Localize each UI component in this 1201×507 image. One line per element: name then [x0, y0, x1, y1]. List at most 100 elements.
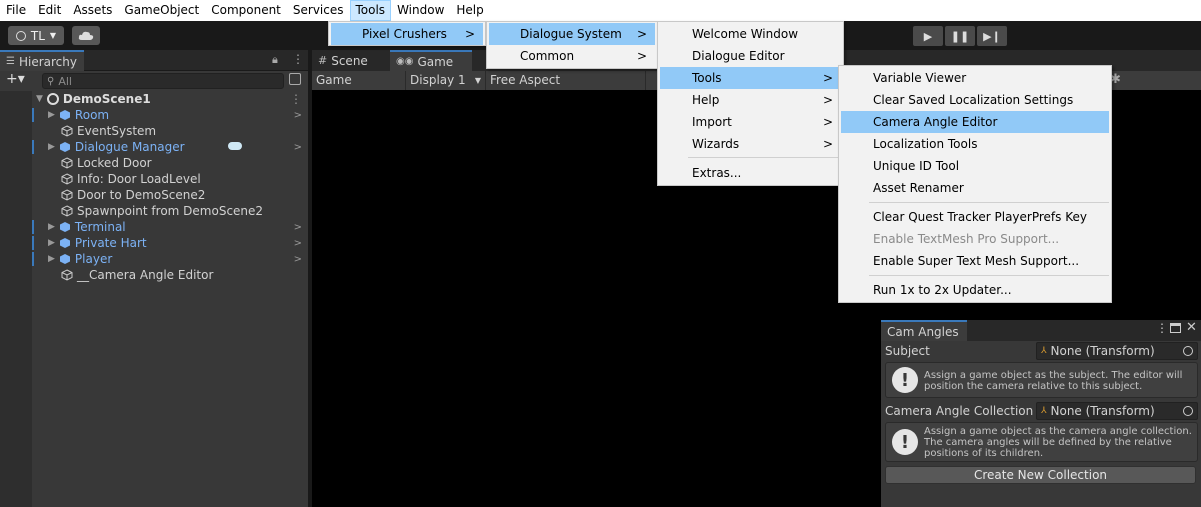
menu-item-dialogue-system[interactable]: Dialogue System >: [489, 23, 655, 45]
account-dropdown[interactable]: TL ▼: [8, 26, 64, 45]
scene-view-icon[interactable]: [289, 73, 301, 85]
info-icon: !: [892, 429, 918, 455]
menu-item-variable-viewer[interactable]: Variable Viewer: [841, 67, 1109, 89]
menu-help[interactable]: Help: [450, 0, 489, 21]
help-line: positions of its children.: [924, 448, 1044, 459]
hierarchy-gutter: [0, 91, 32, 507]
prefab-cube-icon: [59, 110, 70, 120]
chevron-right-icon[interactable]: >: [294, 254, 302, 265]
pause-button[interactable]: ❚❚: [945, 26, 975, 46]
gamepad-icon: ◉◉: [396, 56, 414, 67]
hierarchy-item-label: __Camera Angle Editor: [77, 268, 214, 282]
maximize-icon[interactable]: [1170, 323, 1181, 333]
display-dropdown[interactable]: Display 1 ▼: [406, 71, 486, 90]
help-line: Assign a game object as the subject. The…: [924, 370, 1183, 381]
expand-right-icon: ▶: [48, 142, 55, 152]
menu-item-clear-localization[interactable]: Clear Saved Localization Settings: [841, 89, 1109, 111]
lock-icon[interactable]: 🔒︎: [272, 53, 278, 67]
hierarchy-item[interactable]: Info: Door LoadLevel: [61, 171, 308, 187]
more-options-icon[interactable]: ⋮: [290, 92, 302, 106]
hierarchy-item[interactable]: ▶ Dialogue Manager >: [48, 139, 308, 155]
scene-row[interactable]: ▼ DemoScene1 ⋮: [36, 91, 308, 107]
hierarchy-item[interactable]: __Camera Angle Editor: [61, 267, 308, 283]
menu-item-enable-super-text-mesh[interactable]: Enable Super Text Mesh Support...: [841, 250, 1109, 272]
hierarchy-item[interactable]: ▶ Room >: [48, 107, 308, 123]
menu-item-tools[interactable]: Tools >: [660, 67, 841, 89]
aspect-dropdown[interactable]: Free Aspect: [486, 71, 646, 90]
menu-services[interactable]: Services: [287, 0, 350, 21]
more-options-icon[interactable]: ⋮: [1156, 321, 1168, 335]
hierarchy-item-label: Private Hart: [74, 236, 147, 250]
menu-item-camera-angle-editor[interactable]: Camera Angle Editor: [841, 111, 1109, 133]
prefab-marker: [32, 108, 34, 122]
menu-item-clear-quest-tracker[interactable]: Clear Quest Tracker PlayerPrefs Key: [841, 206, 1109, 228]
menu-item-asset-renamer[interactable]: Asset Renamer: [841, 177, 1109, 199]
menu-item-common[interactable]: Common >: [489, 45, 655, 67]
hierarchy-item[interactable]: ▶ Private Hart >: [48, 235, 308, 251]
menu-component[interactable]: Component: [205, 0, 287, 21]
menu-item-label: Variable Viewer: [873, 71, 967, 85]
cloud-button[interactable]: [72, 26, 100, 45]
target-icon[interactable]: [1183, 406, 1193, 416]
menu-item-welcome-window[interactable]: Welcome Window: [660, 23, 841, 45]
hierarchy-item[interactable]: ▶ Player >: [48, 251, 308, 267]
menu-item-localization-tools[interactable]: Localization Tools: [841, 133, 1109, 155]
hierarchy-item[interactable]: ▶ Terminal >: [48, 219, 308, 235]
subject-object-field[interactable]: ⅄ None (Transform): [1036, 342, 1198, 360]
chevron-right-icon: >: [636, 27, 647, 41]
menu-file[interactable]: File: [0, 0, 32, 21]
hierarchy-item[interactable]: Door to DemoScene2: [61, 187, 308, 203]
menu-item-dialogue-editor[interactable]: Dialogue Editor: [660, 45, 841, 67]
menu-item-label: Dialogue Editor: [692, 49, 785, 63]
hierarchy-tab-label: Hierarchy: [18, 54, 77, 69]
menu-item-extras[interactable]: Extras...: [660, 162, 841, 184]
menu-item-label: Asset Renamer: [873, 181, 964, 195]
chevron-right-icon[interactable]: >: [294, 238, 302, 249]
menu-gameobject[interactable]: GameObject: [118, 0, 205, 21]
chevron-right-icon[interactable]: >: [294, 222, 302, 233]
menu-window[interactable]: Window: [391, 0, 450, 21]
hierarchy-item-label: Spawnpoint from DemoScene2: [77, 204, 264, 218]
hierarchy-item[interactable]: Locked Door: [61, 155, 308, 171]
chevron-right-icon[interactable]: >: [294, 142, 302, 153]
menu-item-label: Clear Quest Tracker PlayerPrefs Key: [873, 210, 1087, 224]
game-mode-dropdown[interactable]: Game: [312, 71, 406, 90]
expand-right-icon: ▶: [48, 254, 55, 264]
close-icon[interactable]: ✕: [1186, 320, 1197, 335]
search-placeholder: All: [58, 74, 72, 88]
create-new-collection-button[interactable]: Create New Collection: [885, 466, 1196, 484]
hierarchy-item-label: Door to DemoScene2: [77, 188, 206, 202]
menu-item-run-updater[interactable]: Run 1x to 2x Updater...: [841, 279, 1109, 301]
menu-item-pixel-crushers[interactable]: Pixel Crushers >: [331, 23, 483, 45]
tab-cam-angles[interactable]: Cam Angles: [881, 320, 967, 341]
prefab-marker: [32, 140, 34, 154]
collection-object-field[interactable]: ⅄ None (Transform): [1036, 402, 1198, 420]
target-icon[interactable]: [1183, 346, 1193, 356]
tab-scene[interactable]: # Scene: [312, 50, 390, 71]
hierarchy-item[interactable]: Spawnpoint from DemoScene2: [61, 203, 308, 219]
menu-tools[interactable]: Tools: [349, 0, 392, 21]
menu-item-help[interactable]: Help >: [660, 89, 841, 111]
expand-right-icon: ▶: [48, 238, 55, 248]
transform-icon: ⅄: [1041, 346, 1047, 356]
menu-item-unique-id-tool[interactable]: Unique ID Tool: [841, 155, 1109, 177]
play-button[interactable]: ▶: [913, 26, 943, 46]
menu-item-label: Help: [692, 93, 720, 107]
hierarchy-search-input[interactable]: ⚲ All: [42, 73, 284, 89]
menu-item-import[interactable]: Import >: [660, 111, 841, 133]
tab-hierarchy[interactable]: ☰ Hierarchy: [0, 50, 84, 71]
chevron-right-icon[interactable]: >: [294, 110, 302, 121]
menu-item-label: Run 1x to 2x Updater...: [873, 283, 1012, 297]
hierarchy-item[interactable]: EventSystem: [61, 123, 308, 139]
transform-icon: ⅄: [1041, 406, 1047, 416]
more-options-icon[interactable]: ⋮: [292, 52, 304, 66]
menu-item-wizards[interactable]: Wizards >: [660, 133, 841, 155]
menu-separator: [869, 202, 1109, 203]
tab-game[interactable]: ◉◉ Game: [390, 50, 472, 71]
menu-assets[interactable]: Assets: [67, 0, 118, 21]
menu-edit[interactable]: Edit: [32, 0, 67, 21]
field-value: None (Transform): [1050, 404, 1155, 418]
add-object-button[interactable]: +▾: [6, 71, 25, 87]
subject-label: Subject: [885, 344, 930, 358]
step-button[interactable]: ▶❙: [977, 26, 1007, 46]
